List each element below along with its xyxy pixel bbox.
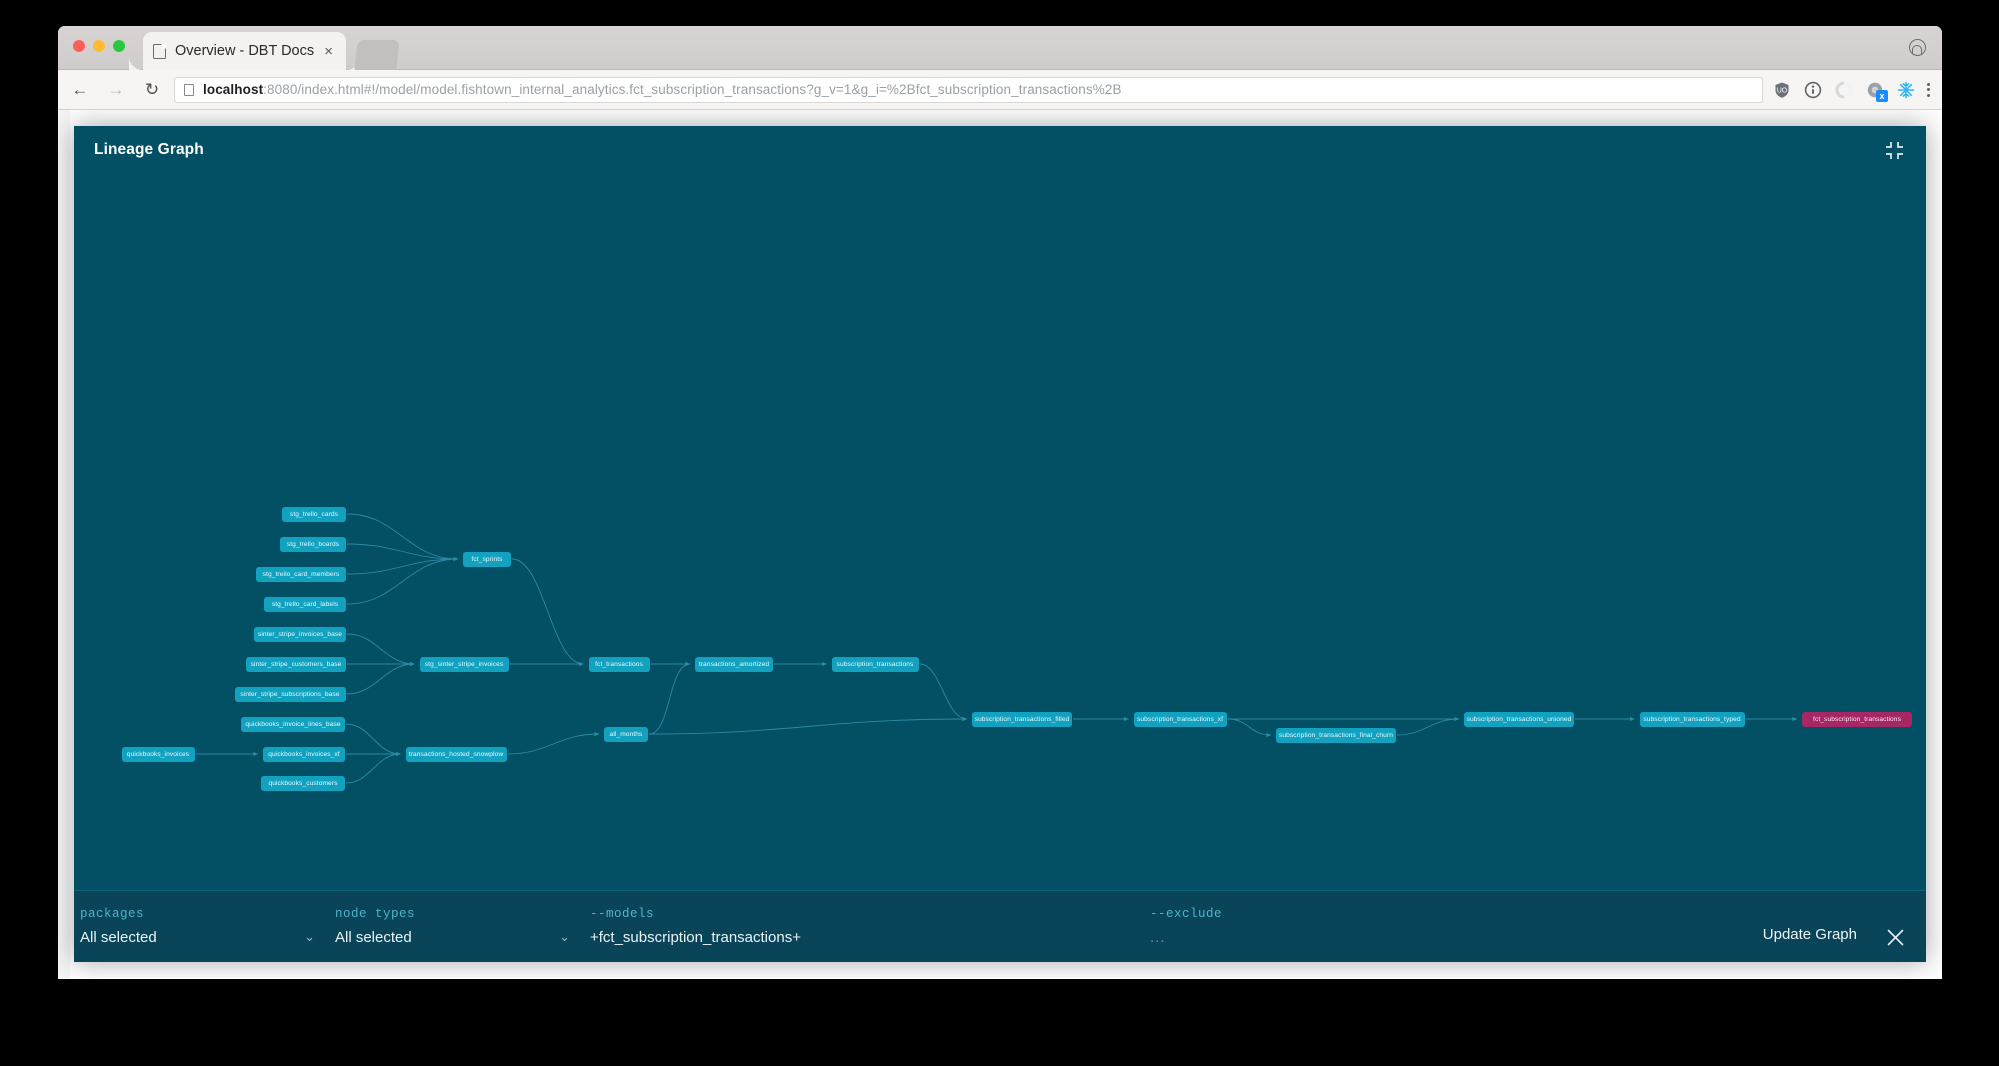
profile-avatar-icon[interactable] [1909,39,1926,56]
graph-node-quickbooks_invoice_lines_base[interactable]: quickbooks_invoice_lines_base [241,717,345,732]
models-input[interactable]: --models +fct_subscription_transactions+ [584,891,1144,962]
close-lineage-button[interactable] [1857,891,1926,962]
svg-text:UO: UO [1777,87,1788,94]
lineage-edge [919,663,968,721]
lineage-edge [507,732,600,755]
address-bar[interactable]: localhost:8080/index.html#!/model/model.… [174,76,1763,103]
navigation-bar: ← → ↻ localhost:8080/index.html#!/model/… [58,70,1942,110]
graph-node-subscription_transactions_xf[interactable]: subscription_transactions_xf [1133,712,1227,727]
url-host: localhost [203,82,264,97]
graph-node-quickbooks_invoices_xf[interactable]: quickbooks_invoices_xf [263,747,345,762]
url-text: localhost:8080/index.html#!/model/model.… [203,82,1122,97]
graph-node-stg_trello_cards[interactable]: stg_trello_cards [282,507,346,522]
lineage-edge [1227,718,1272,737]
exclude-value: ... [1150,929,1166,946]
lineage-edges [195,513,1797,784]
graph-node-subscription_transactions[interactable]: subscription_transactions [831,657,919,672]
graph-node-transactions_amortized[interactable]: transactions_amortized [695,657,773,672]
tab-favicon-icon [153,43,166,59]
collapse-icon[interactable] [1885,141,1904,160]
graph-node-subscription_transactions_final_churn[interactable]: subscription_transactions_final_churn [1276,728,1396,743]
models-value: +fct_subscription_transactions+ [590,929,801,946]
node-types-value: All selected [335,929,412,946]
partial-circle-icon[interactable] [1835,81,1853,99]
packages-value: All selected [80,929,157,946]
browser-tab[interactable]: Overview - DBT Docs × [143,32,360,70]
lineage-edge [648,717,968,735]
graph-node-fct_subscription_transactions[interactable]: fct_subscription_transactions [1802,712,1912,727]
graph-node-sinter_stripe_invoices_base[interactable]: sinter_stripe_invoices_base [254,627,346,642]
lineage-header: Lineage Graph [74,126,1926,174]
update-graph-button[interactable]: Update Graph [1763,891,1857,962]
info-icon[interactable] [1804,81,1822,99]
lineage-title: Lineage Graph [94,141,204,158]
page-info-icon[interactable] [184,83,194,96]
traffic-lights [73,40,125,52]
graph-controls-bar: packages All selected ⌄ node types All s… [74,890,1926,962]
exclude-input[interactable]: --exclude ... [1144,891,1763,962]
lineage-edge [346,633,415,666]
url-path: :8080/index.html#!/model/model.fishtown_… [263,82,1122,97]
node-types-filter[interactable]: node types All selected ⌄ [329,891,584,962]
docs-sidebar [58,110,70,978]
graph-node-all_months[interactable]: all_months [604,727,648,742]
graph-node-subscription_transactions_typed[interactable]: subscription_transactions_typed [1639,712,1745,727]
lineage-edge [345,723,401,756]
graph-node-stg_trello_card_labels[interactable]: stg_trello_card_labels [264,597,346,612]
graph-node-sinter_stripe_customers_base[interactable]: sinter_stripe_customers_base [246,657,346,672]
graph-node-subscription_transactions_unioned[interactable]: subscription_transactions_unioned [1464,712,1574,727]
extension-badge-label: x [1876,89,1888,102]
lineage-edge [1396,717,1460,736]
browser-window: Overview - DBT Docs × ← → ↻ localhost:80… [58,26,1942,979]
page-body: id character varying This is a unique id… [58,110,1942,978]
graph-node-stg_trello_boards[interactable]: stg_trello_boards [280,537,346,552]
reload-button[interactable]: ↻ [138,76,166,104]
graph-node-sinter_stripe_subscriptions_base[interactable]: sinter_stripe_subscriptions_base [234,687,346,702]
maximize-window-button[interactable] [113,40,125,52]
lineage-edge [345,752,401,784]
forward-button[interactable]: → [102,76,130,104]
packages-label: packages [80,907,145,921]
graph-node-quickbooks_customers[interactable]: quickbooks_customers [261,776,345,791]
extension-badge-icon[interactable]: x [1866,81,1888,102]
new-tab-button[interactable] [354,40,400,70]
extension-icons: UO x [1773,81,1915,102]
snowflake-icon[interactable] [1897,81,1915,99]
lineage-graph-panel: Lineage Graph stg_trello_cards stg_trello… [74,126,1926,962]
chevron-down-icon[interactable]: ⌄ [304,929,315,945]
graph-canvas[interactable]: stg_trello_cards stg_trello_boards stg_tre… [74,174,1926,890]
graph-node-fct_sprints[interactable]: fct_sprints [463,552,511,567]
lineage-edge [346,513,459,561]
lineage-edge [346,557,459,605]
node-types-label: node types [335,907,416,921]
back-button[interactable]: ← [66,76,94,104]
close-window-button[interactable] [73,40,85,52]
graph-node-fct_transactions[interactable]: fct_transactions [588,657,650,672]
graph-node-quickbooks_invoices[interactable]: quickbooks_invoices [121,747,195,762]
graph-node-subscription_transactions_filled[interactable]: subscription_transactions_filled [972,712,1072,727]
graph-node-stg_trello_card_members[interactable]: stg_trello_card_members [256,567,346,582]
lineage-edge [648,662,691,735]
packages-filter[interactable]: packages All selected ⌄ [74,891,329,962]
lineage-edge [346,662,415,695]
tab-close-icon[interactable]: × [321,44,336,59]
lineage-edge [511,558,584,666]
minimize-window-button[interactable] [93,40,105,52]
chevron-down-icon[interactable]: ⌄ [559,929,570,945]
graph-node-stg_sinter_stripe_invoices[interactable]: stg_sinter_stripe_invoices [419,657,509,672]
graph-node-transactions_hosted_snowplow[interactable]: transactions_hosted_snowplow [405,747,507,762]
models-label: --models [590,907,655,921]
browser-menu-button[interactable] [1927,82,1930,97]
exclude-label: --exclude [1150,907,1223,921]
tab-strip: Overview - DBT Docs × [58,26,1942,70]
shield-icon[interactable]: UO [1773,81,1791,99]
tab-title: Overview - DBT Docs [175,43,315,59]
